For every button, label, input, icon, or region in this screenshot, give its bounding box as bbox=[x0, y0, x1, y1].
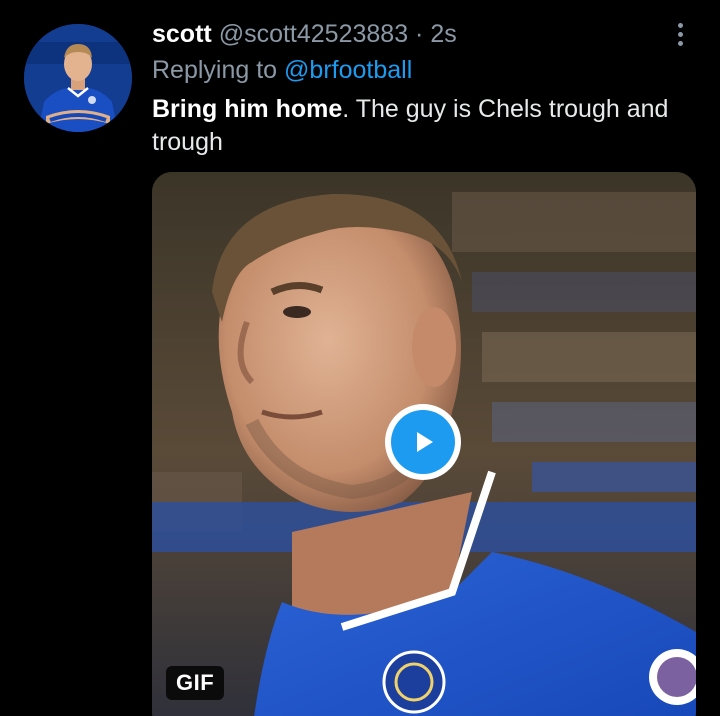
more-options-icon[interactable] bbox=[668, 18, 692, 50]
user-handle[interactable]: @scott42523883 bbox=[219, 20, 408, 48]
play-button[interactable] bbox=[385, 404, 461, 480]
avatar-image bbox=[24, 24, 132, 132]
replying-to-line: Replying to @brfootball bbox=[152, 54, 412, 86]
tweet[interactable]: scott @scott42523883 · 2s Replying to @b… bbox=[0, 0, 720, 716]
timestamp[interactable]: 2s bbox=[430, 20, 456, 48]
tweet-text: Bring him home. The guy is Chels trough … bbox=[152, 93, 682, 159]
replying-prefix: Replying to bbox=[152, 56, 278, 84]
tweet-header: scott @scott42523883 · 2s bbox=[152, 18, 457, 50]
display-name[interactable]: scott bbox=[152, 20, 212, 48]
separator: · bbox=[415, 20, 424, 48]
tweet-text-bold: Bring him home bbox=[152, 95, 343, 123]
reply-mention-link[interactable]: @brfootball bbox=[284, 56, 412, 84]
play-icon bbox=[391, 410, 455, 474]
gif-badge: GIF bbox=[166, 666, 225, 700]
avatar[interactable] bbox=[24, 24, 132, 132]
